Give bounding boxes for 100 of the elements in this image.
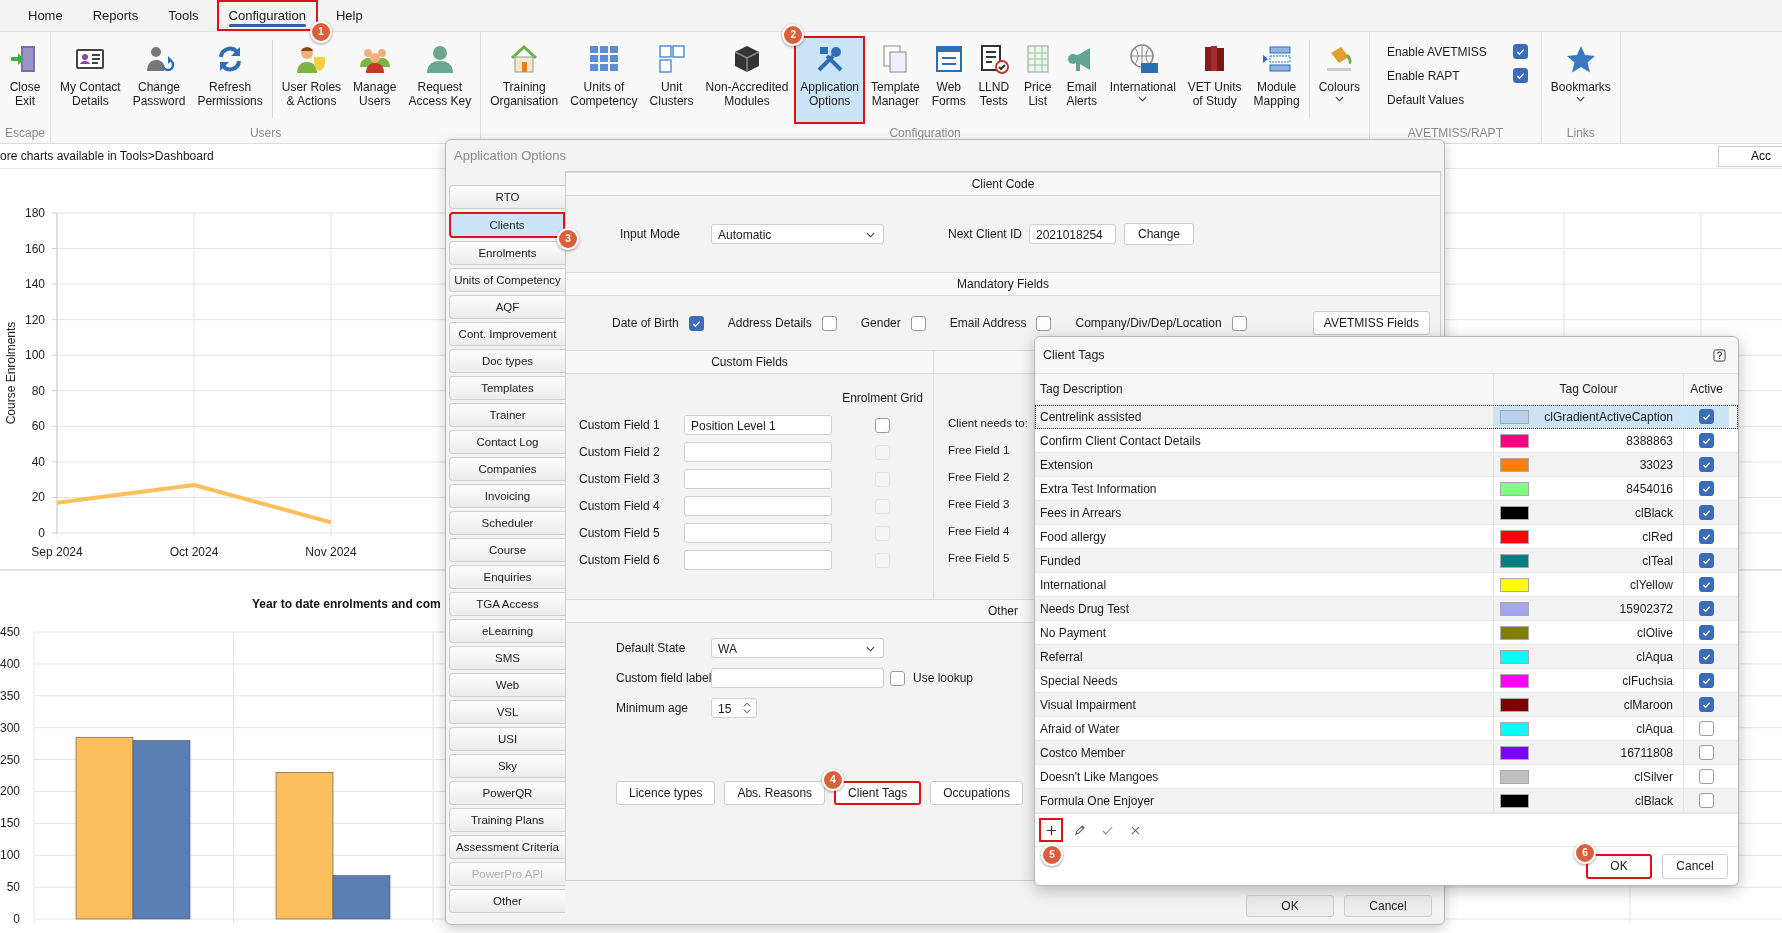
ribbon-button[interactable]: Training Organisation xyxy=(484,36,565,124)
state-dropdown[interactable]: WA xyxy=(711,638,884,658)
menu-item[interactable]: Reports xyxy=(80,0,151,31)
ribbon-button[interactable]: Price List xyxy=(1015,36,1060,124)
menu-item[interactable]: Configuration xyxy=(216,0,318,31)
checkbox[interactable] xyxy=(1699,433,1714,448)
table-row[interactable]: Extension 33023 xyxy=(1035,453,1738,477)
checkbox[interactable] xyxy=(1699,505,1714,520)
checkbox[interactable] xyxy=(1699,649,1714,664)
options-tab[interactable]: Doc types xyxy=(449,349,565,373)
avetmiss-fields-button[interactable]: AVETMISS Fields xyxy=(1312,311,1430,335)
table-row[interactable]: Extra Test Information 8454016 xyxy=(1035,477,1738,501)
options-tab[interactable]: RTO xyxy=(449,185,565,209)
table-row[interactable]: Doesn't Like Mangoes clSilver xyxy=(1035,765,1738,789)
checkbox[interactable] xyxy=(1699,697,1714,712)
ribbon-button[interactable]: Units of Competency xyxy=(564,36,644,124)
toolbar-button[interactable]: Acc xyxy=(1718,145,1782,167)
options-tab[interactable]: eLearning xyxy=(449,619,565,643)
client-id-field[interactable]: 2021018254 xyxy=(1029,224,1116,244)
options-tab[interactable]: Contact Log xyxy=(449,430,565,454)
menu-item[interactable]: Home xyxy=(16,0,75,31)
ribbon-button[interactable]: Request Access Key xyxy=(402,36,478,124)
input-mode-dropdown[interactable]: Automatic xyxy=(711,224,884,244)
ribbon-button[interactable]: Module Mapping xyxy=(1247,36,1306,124)
ribbon-button[interactable]: Email Alerts xyxy=(1059,36,1104,124)
table-row[interactable]: No Payment clOlive xyxy=(1035,621,1738,645)
options-tab[interactable]: TGA Access xyxy=(449,592,565,616)
table-row[interactable]: Confirm Client Contact Details 8388863 xyxy=(1035,429,1738,453)
checkbox[interactable] xyxy=(1699,721,1714,736)
table-row[interactable]: Costco Member 16711808 xyxy=(1035,741,1738,765)
checkbox[interactable] xyxy=(1699,625,1714,640)
checkbox[interactable] xyxy=(1512,68,1528,83)
checkbox[interactable] xyxy=(1036,315,1052,331)
checkbox[interactable] xyxy=(1699,793,1714,808)
input-field[interactable]: Position Level 1 xyxy=(684,415,832,435)
checkbox[interactable] xyxy=(1699,457,1714,472)
table-row[interactable]: Visual Impairment clMaroon xyxy=(1035,693,1738,717)
table-row[interactable]: Afraid of Water clAqua xyxy=(1035,717,1738,741)
checkbox[interactable] xyxy=(910,315,926,331)
dialog-button[interactable]: Licence types xyxy=(616,781,716,805)
table-row[interactable]: Funded clTeal xyxy=(1035,549,1738,573)
options-tab[interactable]: Training Plans xyxy=(449,808,565,832)
options-tab[interactable]: Other xyxy=(449,889,565,913)
dialog-button[interactable]: Occupations xyxy=(930,781,1023,805)
ribbon-button[interactable]: VET Units of Study xyxy=(1181,36,1248,124)
input-field[interactable] xyxy=(684,469,832,489)
ribbon-button[interactable]: Bookmarks xyxy=(1544,36,1617,124)
dialog-button[interactable]: OK xyxy=(1246,895,1334,917)
ribbon-button[interactable]: International xyxy=(1103,36,1182,124)
checkbox[interactable] xyxy=(1699,673,1714,688)
options-tab[interactable]: Units of Competency xyxy=(449,268,565,292)
checkbox[interactable] xyxy=(1699,769,1714,784)
options-tab[interactable]: Templates xyxy=(449,376,565,400)
options-tab[interactable]: Companies xyxy=(449,457,565,481)
options-tab[interactable]: Sky xyxy=(449,754,565,778)
ribbon-button[interactable]: Unit Clusters xyxy=(643,36,700,124)
options-tab[interactable]: Trainer xyxy=(449,403,565,427)
options-tab[interactable]: PowerQR xyxy=(449,781,565,805)
options-tab[interactable]: Course xyxy=(449,538,565,562)
ribbon-button[interactable]: Change Password xyxy=(126,36,192,124)
options-tab[interactable]: AQF xyxy=(449,295,565,319)
table-row[interactable]: Special Needs clFuchsia xyxy=(1035,669,1738,693)
ribbon-button[interactable]: Close Exit xyxy=(3,36,47,124)
checkbox[interactable] xyxy=(688,315,704,331)
table-row[interactable]: International clYellow xyxy=(1035,573,1738,597)
ribbon-button[interactable]: Colours xyxy=(1312,36,1366,124)
add-button[interactable] xyxy=(1039,818,1063,842)
options-tab[interactable]: Assessment Criteria xyxy=(449,835,565,859)
checkbox[interactable] xyxy=(1699,553,1714,568)
ribbon-button[interactable]: LLND Tests xyxy=(971,36,1016,124)
ribbon-button[interactable]: Web Forms xyxy=(925,36,972,124)
checkbox[interactable] xyxy=(890,670,905,686)
help-icon[interactable] xyxy=(1713,348,1726,362)
ribbon-button[interactable]: Template Manager xyxy=(865,36,926,124)
input-field[interactable] xyxy=(684,442,832,462)
menu-item[interactable]: Tools xyxy=(156,0,211,31)
table-row[interactable]: Referral clAqua xyxy=(1035,645,1738,669)
options-tab[interactable]: Cont. Improvement xyxy=(449,322,565,346)
options-tab[interactable]: Clients xyxy=(449,212,565,238)
checkbox[interactable] xyxy=(1699,409,1714,424)
table-row[interactable]: Needs Drug Test 15902372 xyxy=(1035,597,1738,621)
input-field[interactable] xyxy=(684,550,832,570)
table-row[interactable]: Fees in Arrears clBlack xyxy=(1035,501,1738,525)
checkbox[interactable] xyxy=(1699,577,1714,592)
checkbox[interactable] xyxy=(1699,745,1714,760)
dialog-button[interactable]: Abs. Reasons xyxy=(724,781,826,805)
checkbox[interactable] xyxy=(1512,44,1528,59)
table-row[interactable]: Food allergy clRed xyxy=(1035,525,1738,549)
options-tab[interactable]: Web xyxy=(449,673,565,697)
ribbon-button[interactable]: My Contact Details xyxy=(54,36,127,124)
checkbox[interactable] xyxy=(1699,529,1714,544)
default-values-link[interactable]: Default Values xyxy=(1387,92,1528,107)
options-tab[interactable]: USI xyxy=(449,727,565,751)
options-tab[interactable]: SMS xyxy=(449,646,565,670)
change-button[interactable]: Change xyxy=(1124,223,1194,245)
ribbon-button[interactable]: Refresh Permissions xyxy=(191,36,269,124)
checkbox[interactable] xyxy=(875,417,890,433)
options-tab[interactable]: Enrolments xyxy=(449,241,565,265)
options-tab[interactable]: Enquiries xyxy=(449,565,565,589)
input-field[interactable] xyxy=(684,496,832,516)
